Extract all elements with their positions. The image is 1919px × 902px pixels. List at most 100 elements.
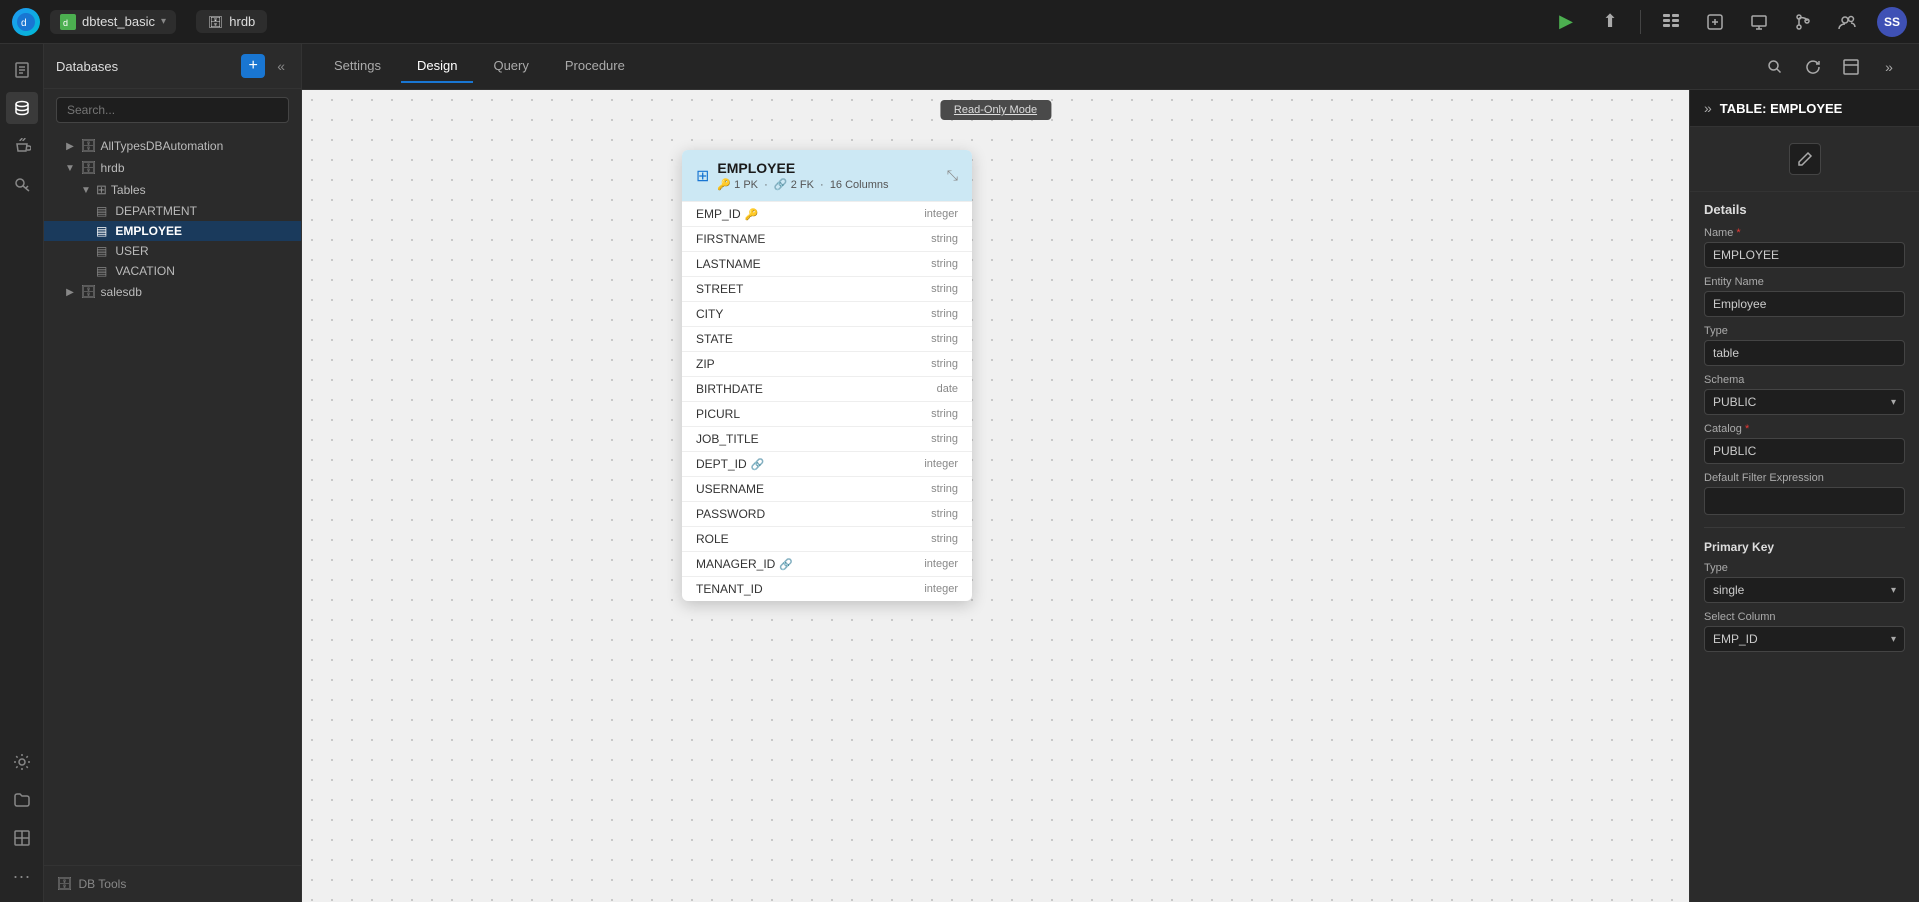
sidebar-item-tables[interactable]: ▼ ⊞ Tables (44, 179, 301, 201)
refresh-action-button[interactable] (1799, 53, 1827, 81)
table-row[interactable]: STREETstring (682, 276, 972, 301)
table-row[interactable]: TENANT_IDinteger (682, 576, 972, 601)
user-avatar[interactable]: SS (1877, 7, 1907, 37)
tree-icon-db1: 🗄 (80, 138, 97, 154)
sidebar-item-department[interactable]: ▤ DEPARTMENT (44, 201, 301, 221)
sidebar-header: Databases + « (44, 44, 301, 89)
branch-button[interactable] (1789, 8, 1817, 36)
right-panel-expand-btn[interactable]: » (1704, 100, 1712, 116)
col-name: USERNAME (696, 482, 931, 496)
tab-query[interactable]: Query (477, 50, 544, 83)
col-name: FIRSTNAME (696, 232, 931, 246)
collab-button[interactable] (1833, 8, 1861, 36)
catalog-value: PUBLIC (1704, 438, 1905, 464)
schema-select-arrow: ▾ (1891, 397, 1896, 408)
icon-bar-database[interactable] (6, 92, 38, 124)
details-title: Details (1704, 202, 1905, 217)
table-row[interactable]: DEPT_ID🔗integer (682, 451, 972, 476)
play-button[interactable]: ▶ (1552, 8, 1580, 36)
layout-action-button[interactable] (1837, 53, 1865, 81)
tab-design[interactable]: Design (401, 50, 473, 83)
pk-type-select[interactable]: single ▾ (1704, 577, 1905, 603)
col-name: ZIP (696, 357, 931, 371)
sidebar-item-user[interactable]: ▤ USER (44, 241, 301, 261)
sidebar-item-vacation[interactable]: ▤ VACATION (44, 261, 301, 281)
table-row[interactable]: ROLEstring (682, 526, 972, 551)
table-row[interactable]: PASSWORDstring (682, 501, 972, 526)
col-name: ROLE (696, 532, 931, 546)
right-panel-header: » TABLE: EMPLOYEE (1690, 90, 1919, 127)
col-name: DEPT_ID🔗 (696, 457, 924, 471)
icon-bar-more[interactable]: ··· (6, 860, 38, 892)
tree-arrow-alltypes: ▶ (64, 140, 76, 152)
grid-button[interactable] (1657, 8, 1685, 36)
col-type: integer (924, 583, 958, 595)
right-panel-edit-button[interactable] (1789, 143, 1821, 175)
select-column-select[interactable]: EMP_ID ▾ (1704, 626, 1905, 652)
col-type: string (931, 508, 958, 520)
sidebar-search-input[interactable] (56, 97, 289, 123)
col-type: string (931, 358, 958, 370)
icon-bar-pages[interactable] (6, 54, 38, 86)
expand-action-button[interactable]: » (1875, 53, 1903, 81)
icon-bar-key[interactable] (6, 168, 38, 200)
sidebar-item-employee[interactable]: ▤ EMPLOYEE (44, 221, 301, 241)
export-button[interactable] (1701, 8, 1729, 36)
table-row[interactable]: LASTNAMEstring (682, 251, 972, 276)
schema-select[interactable]: PUBLIC ▾ (1704, 389, 1905, 415)
content-area: Settings Design Query Procedure » R (302, 44, 1919, 902)
table-expand-button[interactable]: ⤡ (947, 167, 958, 184)
table-row[interactable]: BIRTHDATEdate (682, 376, 972, 401)
icon-bar-settings[interactable] (6, 746, 38, 778)
sidebar-item-salesdb[interactable]: ▶ 🗄 salesdb (44, 281, 301, 303)
table-row[interactable]: MANAGER_ID🔗integer (682, 551, 972, 576)
app-logo[interactable]: d (12, 8, 40, 36)
svg-text:d: d (63, 18, 68, 28)
col-type: string (931, 333, 958, 345)
upload-button[interactable]: ⬆ (1596, 8, 1624, 36)
monitor-button[interactable] (1745, 8, 1773, 36)
col-name: STREET (696, 282, 931, 296)
meta-fk-icon: 🔗 (774, 179, 788, 191)
sidebar-item-alltypes[interactable]: ▶ 🗄 AllTypesDBAutomation (44, 135, 301, 157)
col-type: string (931, 308, 958, 320)
col-name: EMP_ID🔑 (696, 207, 924, 221)
type-label: Type (1704, 325, 1905, 337)
table-row[interactable]: JOB_TITLEstring (682, 426, 972, 451)
icon-bar-grid2[interactable] (6, 822, 38, 854)
search-action-button[interactable] (1761, 53, 1789, 81)
table-row[interactable]: FIRSTNAMEstring (682, 226, 972, 251)
table-row[interactable]: ZIPstring (682, 351, 972, 376)
table-row[interactable]: EMP_ID🔑integer (682, 201, 972, 226)
table-row[interactable]: CITYstring (682, 301, 972, 326)
table-row[interactable]: STATEstring (682, 326, 972, 351)
sidebar-search-container (44, 89, 301, 131)
sidebar-collapse-button[interactable]: « (273, 58, 289, 74)
connection-icon: 🗄 (208, 15, 223, 29)
tab-settings[interactable]: Settings (318, 50, 397, 83)
table-row[interactable]: PICURLstring (682, 401, 972, 426)
icon-bar-folder[interactable] (6, 784, 38, 816)
fk-icon: 🔗 (779, 559, 793, 571)
sidebar-db-tools[interactable]: 🗄 DB Tools (44, 865, 301, 902)
pk-type-label: Type (1704, 562, 1905, 574)
icon-bar-coffee[interactable] (6, 130, 38, 162)
main-layout: ··· Databases + « ▶ 🗄 AllTypesDBAutomati… (0, 44, 1919, 902)
col-type: string (931, 533, 958, 545)
table-row[interactable]: USERNAMEstring (682, 476, 972, 501)
db-selector[interactable]: d dbtest_basic ▾ (50, 10, 176, 34)
tree-icon-vac: ▤ (96, 264, 107, 278)
right-panel-title: TABLE: EMPLOYEE (1720, 101, 1905, 116)
connection-selector[interactable]: 🗄 hrdb (196, 10, 267, 33)
pk-section-title: Primary Key (1704, 540, 1905, 554)
col-name: JOB_TITLE (696, 432, 931, 446)
tab-procedure[interactable]: Procedure (549, 50, 641, 83)
readonly-badge[interactable]: Read-Only Mode (940, 100, 1051, 120)
col-type: integer (924, 208, 958, 220)
sidebar-item-hrdb[interactable]: ▼ 🗄 hrdb (44, 157, 301, 179)
col-type: integer (924, 558, 958, 570)
sidebar-add-button[interactable]: + (241, 54, 265, 78)
design-canvas: Read-Only Mode ⊞ EMPLOYEE 🔑 1 PK · 🔗 (302, 90, 1689, 902)
db-selector-chevron: ▾ (161, 16, 166, 27)
name-field-value: EMPLOYEE (1704, 242, 1905, 268)
